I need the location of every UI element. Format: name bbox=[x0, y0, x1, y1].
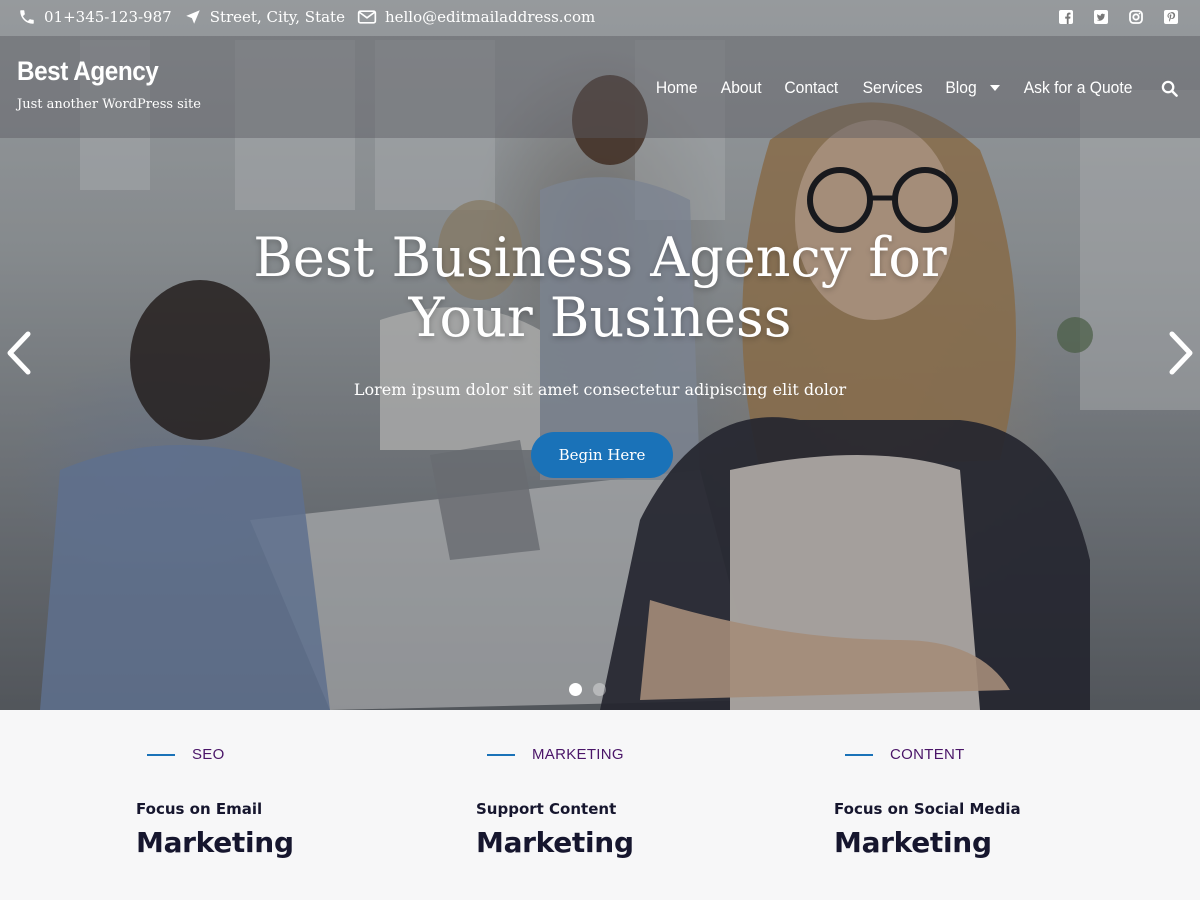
next-slide-arrow-icon[interactable] bbox=[1166, 330, 1196, 376]
feature-subtitle: Focus on Social Media bbox=[834, 800, 1021, 818]
top-bar: 01+345-123-987 Street, City, State hello… bbox=[0, 0, 1200, 36]
main-navigation: Home About Contact Services Blog Ask for… bbox=[635, 78, 1178, 98]
nav-item-blog[interactable]: Blog bbox=[945, 78, 976, 98]
address-text: Street, City, State bbox=[209, 8, 345, 26]
feature-subtitle: Support Content bbox=[476, 800, 617, 818]
slide-dot-1[interactable] bbox=[569, 683, 582, 696]
hero-subtitle: Lorem ipsum dolor sit amet consectetur a… bbox=[353, 380, 847, 399]
feature-category: SEO bbox=[147, 746, 225, 763]
hero-slider: 01+345-123-987 Street, City, State hello… bbox=[0, 0, 1200, 710]
category-accent-line bbox=[845, 753, 873, 756]
site-branding: Best Agency Just another WordPress site bbox=[17, 56, 201, 112]
category-label: SEO bbox=[192, 746, 225, 763]
site-tagline: Just another WordPress site bbox=[17, 97, 201, 112]
social-links bbox=[1038, 9, 1178, 24]
category-label: CONTENT bbox=[890, 746, 965, 763]
nav-item-contact[interactable]: Contact bbox=[784, 78, 838, 98]
category-accent-line bbox=[147, 753, 175, 756]
feature-subtitle: Focus on Email bbox=[136, 800, 263, 818]
email-address: hello@editmailaddress.com bbox=[384, 8, 596, 26]
slider-pagination bbox=[569, 683, 617, 696]
nav-item-about[interactable]: About bbox=[720, 78, 761, 98]
caret-down-icon[interactable] bbox=[989, 85, 1000, 91]
email-contact[interactable]: hello@editmailaddress.com bbox=[357, 8, 595, 26]
facebook-icon[interactable] bbox=[1058, 9, 1073, 24]
hero-title-line-1: Best Business Agency for bbox=[253, 226, 947, 289]
begin-here-button[interactable]: Begin Here bbox=[531, 432, 673, 478]
envelope-icon bbox=[357, 10, 377, 24]
feature-category: MARKETING bbox=[487, 746, 624, 763]
instagram-icon[interactable] bbox=[1128, 9, 1143, 24]
search-icon[interactable] bbox=[1161, 80, 1178, 97]
category-label: MARKETING bbox=[532, 746, 624, 763]
feature-category: CONTENT bbox=[845, 746, 965, 763]
contact-info: 01+345-123-987 Street, City, State hello… bbox=[18, 8, 607, 26]
previous-slide-arrow-icon[interactable] bbox=[4, 330, 34, 376]
location-arrow-icon bbox=[185, 10, 200, 24]
feature-title: Marketing bbox=[476, 826, 634, 859]
hero-title: Best Business Agency for Your Business bbox=[0, 228, 1200, 348]
category-accent-line bbox=[487, 753, 515, 756]
nav-item-home[interactable]: Home bbox=[656, 78, 698, 98]
nav-item-services[interactable]: Services bbox=[862, 78, 922, 98]
phone-number: 01+345-123-987 bbox=[44, 8, 172, 26]
nav-item-ask-for-a-quote[interactable]: Ask for a Quote bbox=[1024, 78, 1133, 98]
twitter-icon[interactable] bbox=[1093, 9, 1108, 24]
feature-title: Marketing bbox=[834, 826, 992, 859]
pinterest-icon[interactable] bbox=[1163, 9, 1178, 24]
hero-title-line-2: Your Business bbox=[408, 286, 792, 349]
address-contact[interactable]: Street, City, State bbox=[184, 8, 345, 26]
site-header: Best Agency Just another WordPress site … bbox=[0, 36, 1200, 138]
phone-icon bbox=[20, 10, 34, 24]
phone-contact[interactable]: 01+345-123-987 bbox=[18, 8, 172, 26]
feature-title: Marketing bbox=[136, 826, 294, 859]
site-title[interactable]: Best Agency bbox=[17, 56, 183, 87]
slide-dot-2[interactable] bbox=[593, 683, 606, 696]
features-section: SEO Focus on Email Marketing MARKETING S… bbox=[0, 710, 1200, 900]
